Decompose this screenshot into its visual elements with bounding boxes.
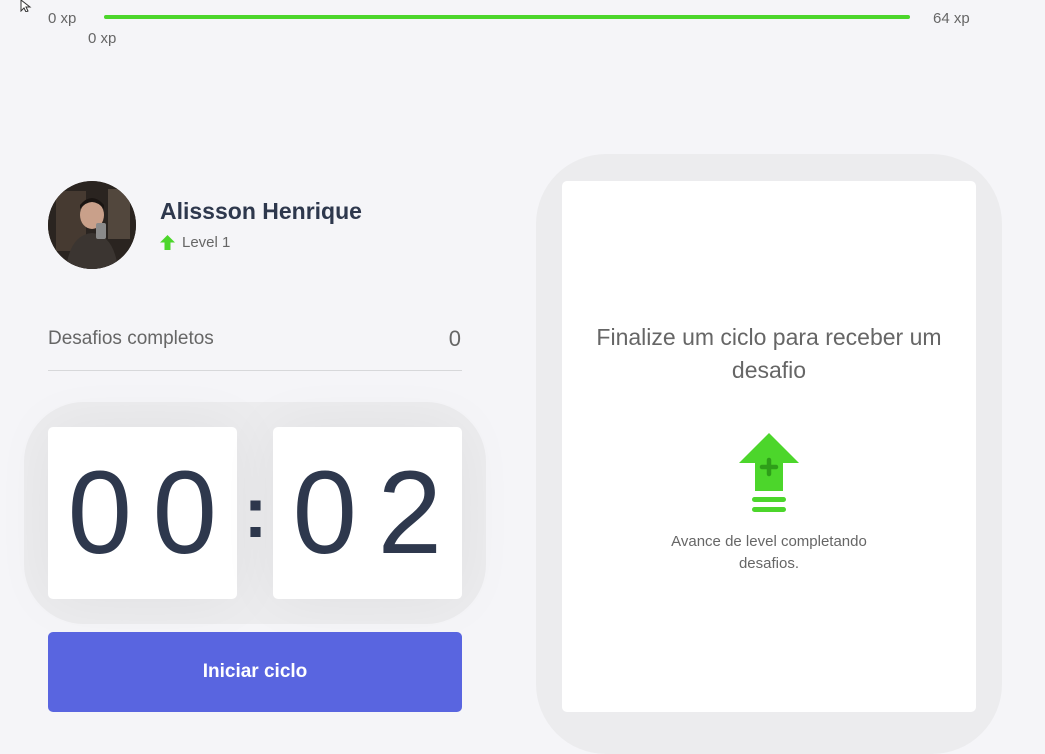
challenge-card-caption: Avance de level completando desafios.: [671, 533, 867, 572]
completed-challenges-label: Desafios completos: [48, 328, 214, 349]
countdown-minutes: 0 0: [48, 427, 237, 599]
xp-progress-fill: [104, 15, 910, 19]
xp-min-label: 0 xp: [48, 10, 77, 27]
challenge-card: Finalize um ciclo para receber um desafi…: [562, 181, 976, 712]
start-cycle-button[interactable]: Iniciar ciclo: [48, 632, 462, 712]
completed-challenges-count: 0: [448, 326, 461, 351]
level-up-arrow-icon: [160, 235, 175, 250]
minute-tens-digit: 0: [67, 447, 133, 579]
xp-max-label: 64 xp: [933, 10, 970, 27]
level-label: Level 1: [182, 234, 231, 251]
avatar-photo-icon: [48, 181, 136, 269]
level-up-icon: [739, 433, 799, 512]
xp-progress-bar: [104, 15, 910, 19]
countdown-seconds: 0 2: [273, 427, 462, 599]
minute-ones-digit: 0: [152, 447, 218, 579]
challenge-card-title: Finalize um ciclo para receber um desafi…: [596, 324, 942, 383]
avatar: [48, 181, 136, 269]
divider: [48, 370, 462, 371]
xp-current-label: 0 xp: [88, 30, 117, 47]
second-tens-digit: 0: [292, 447, 358, 579]
second-ones-digit: 2: [377, 447, 443, 579]
countdown-separator: :: [243, 473, 268, 553]
profile-name: Alissson Henrique: [160, 198, 362, 224]
level-indicator: Level 1: [160, 234, 230, 251]
mouse-cursor-icon: [20, 0, 32, 12]
